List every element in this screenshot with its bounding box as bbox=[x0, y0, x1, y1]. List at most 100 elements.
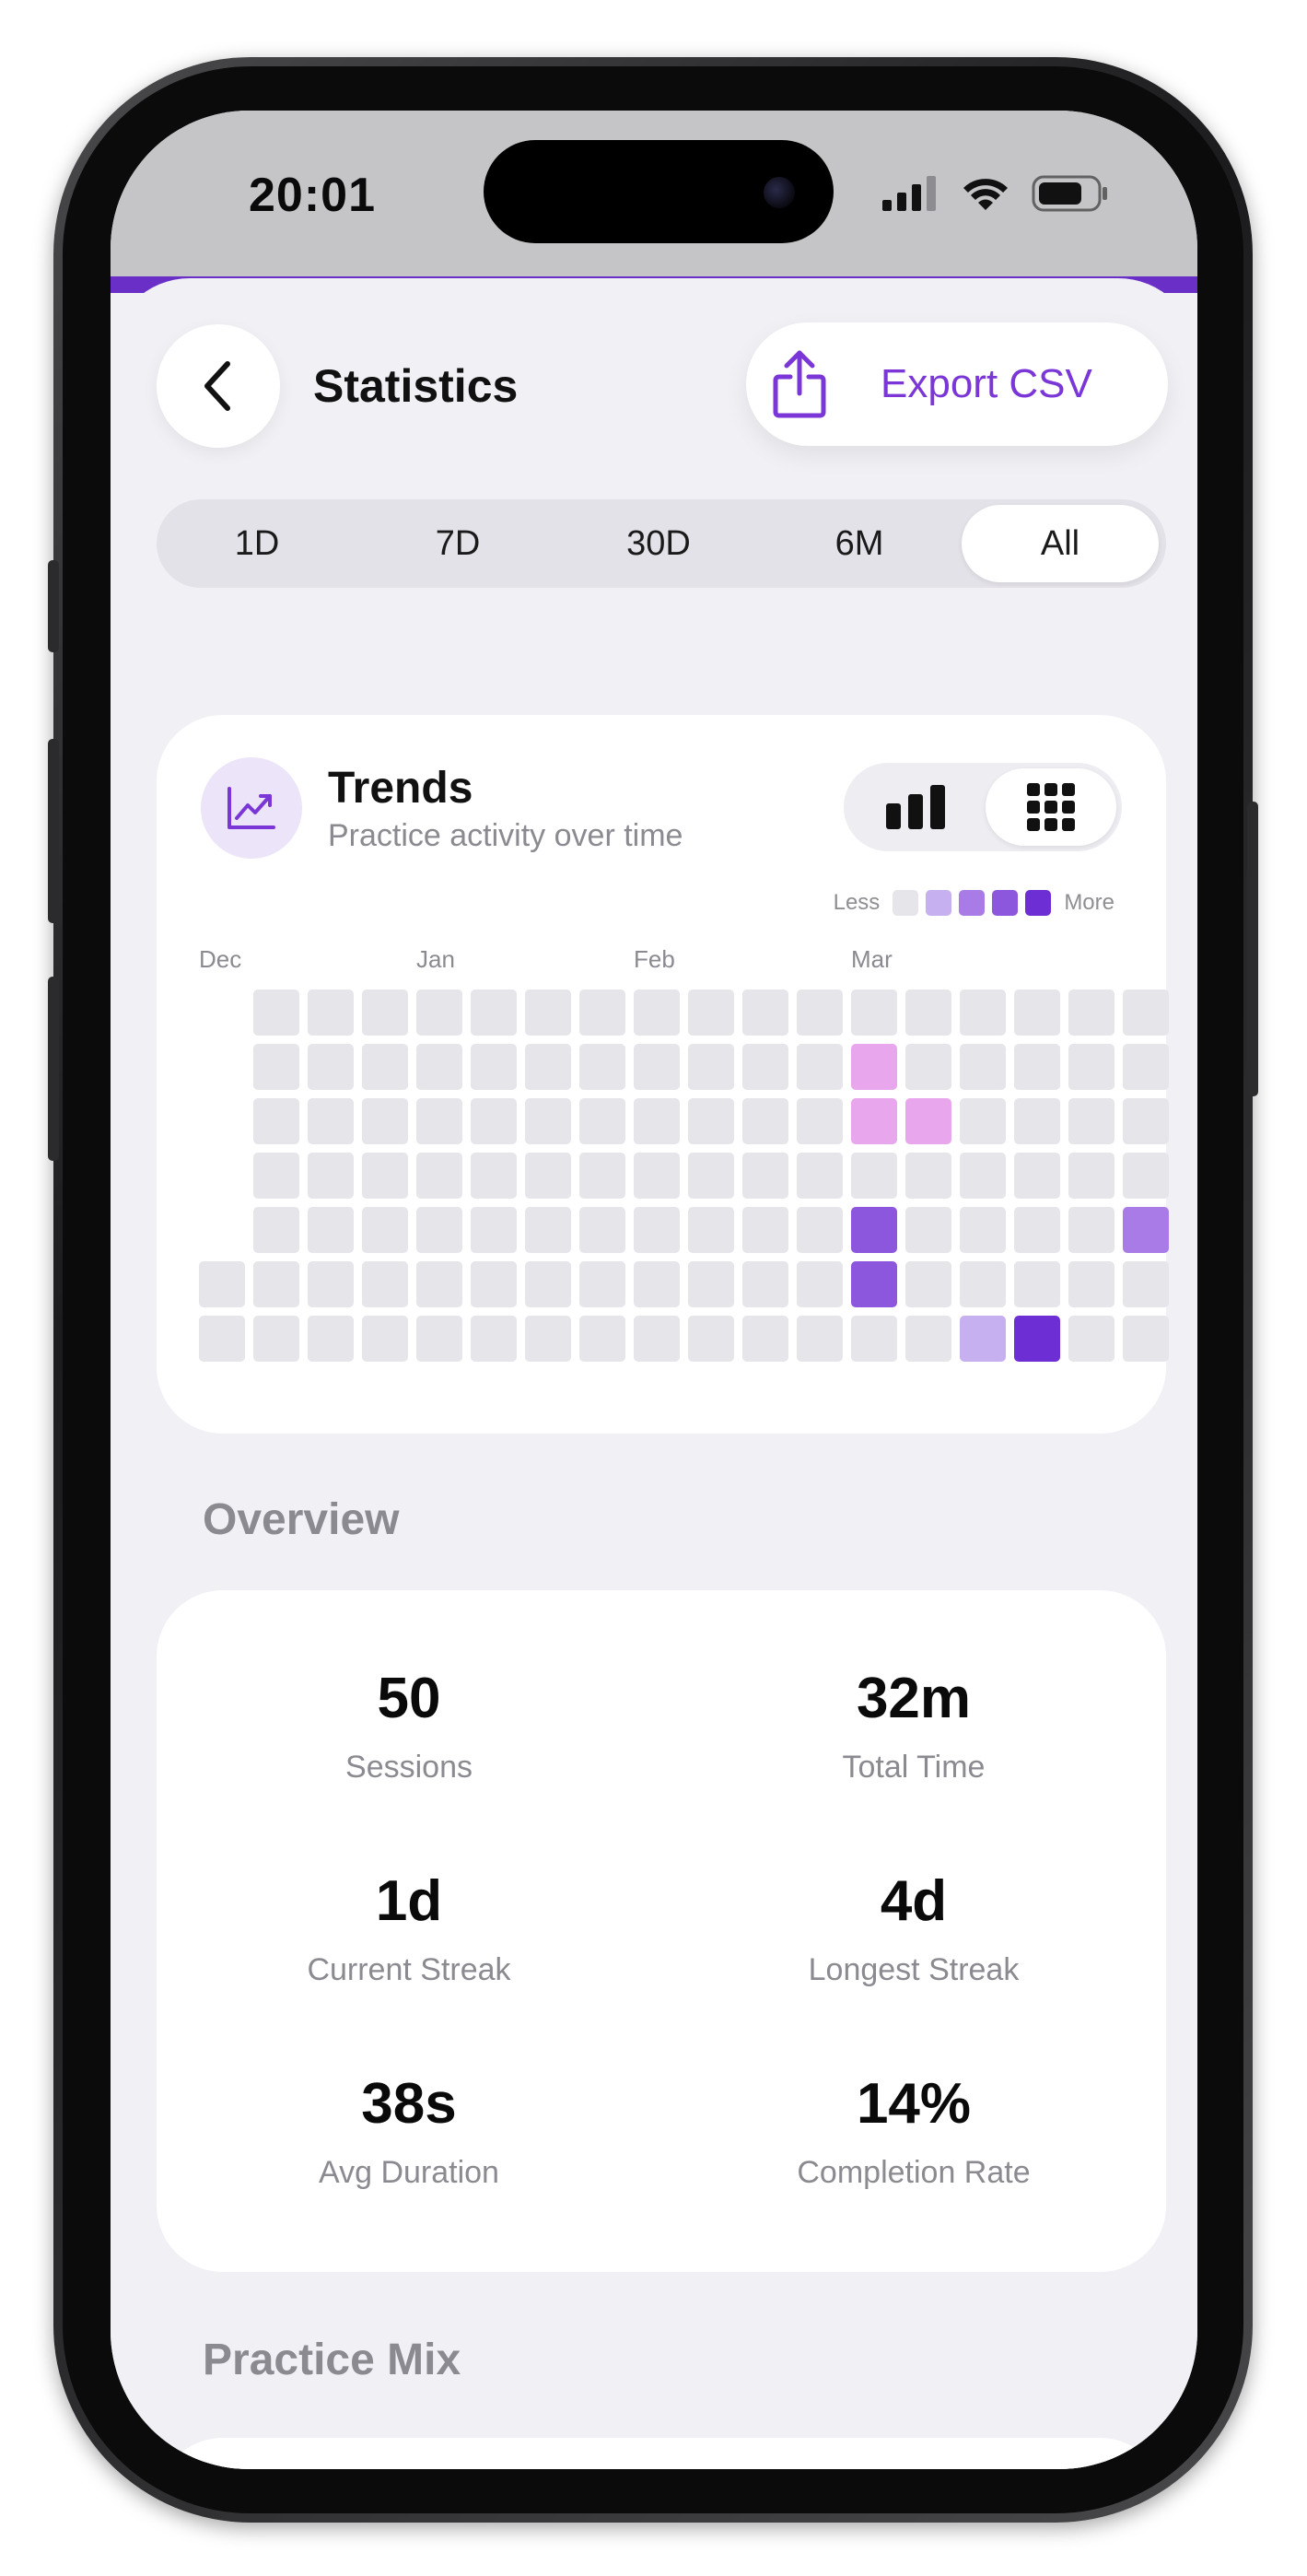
heatmap-cell bbox=[579, 1153, 625, 1199]
range-30d[interactable]: 30D bbox=[564, 505, 753, 582]
range-6m[interactable]: 6M bbox=[764, 505, 954, 582]
status-time: 20:01 bbox=[249, 169, 376, 222]
heatmap-cell bbox=[688, 1044, 734, 1090]
practice-mix-heading: Practice Mix bbox=[203, 2336, 461, 2384]
heatmap-cell bbox=[416, 1316, 462, 1362]
heatmap-cell bbox=[905, 1207, 951, 1253]
screen: 20:01 Statistics Export CSV 1D 7D 30D 6M… bbox=[111, 111, 1197, 2469]
heatmap-cell bbox=[1068, 1261, 1114, 1307]
heatmap-cell bbox=[471, 1261, 517, 1307]
overview-heading: Overview bbox=[203, 1495, 400, 1544]
heatmap-cell bbox=[905, 1316, 951, 1362]
heatmap-cell bbox=[634, 1207, 680, 1253]
stat-label: Longest Streak bbox=[808, 1952, 1020, 1987]
heatmap-cell bbox=[1123, 1261, 1169, 1307]
heatmap-cell bbox=[851, 989, 897, 1036]
status-bar: 20:01 bbox=[111, 111, 1197, 276]
heatmap-cell bbox=[362, 989, 408, 1036]
heatmap-cell bbox=[797, 1207, 843, 1253]
grid-view-button[interactable] bbox=[986, 768, 1116, 846]
month-label-jan: Jan bbox=[416, 945, 455, 973]
heatmap-cell bbox=[1068, 1316, 1114, 1362]
heatmap-cell bbox=[688, 1207, 734, 1253]
heatmap-cell bbox=[416, 989, 462, 1036]
heatmap-cell bbox=[471, 1044, 517, 1090]
range-1d[interactable]: 1D bbox=[162, 505, 352, 582]
heatmap-cell bbox=[1068, 1207, 1114, 1253]
heatmap-cell bbox=[688, 1153, 734, 1199]
heatmap-cell bbox=[1123, 1044, 1169, 1090]
heatmap-cell bbox=[960, 1316, 1006, 1362]
month-label-mar: Mar bbox=[851, 945, 893, 973]
stat-label: Sessions bbox=[345, 1750, 473, 1785]
heatmap-cell bbox=[851, 1207, 897, 1253]
export-csv-label: Export CSV bbox=[881, 361, 1092, 406]
stat-label: Current Streak bbox=[307, 1952, 511, 1987]
heatmap-cell bbox=[308, 1044, 354, 1090]
wifi-icon bbox=[963, 179, 1008, 210]
heatmap-cell bbox=[579, 1261, 625, 1307]
range-all[interactable]: All bbox=[962, 505, 1159, 582]
bar-chart-icon bbox=[886, 785, 945, 829]
stat-completion-rate: 14% Completion Rate bbox=[661, 2071, 1166, 2191]
heatmap-cell bbox=[525, 1044, 571, 1090]
heatmap-cell bbox=[308, 1261, 354, 1307]
range-7d[interactable]: 7D bbox=[363, 505, 553, 582]
heatmap-cell bbox=[742, 1261, 788, 1307]
heatmap-cell bbox=[253, 1098, 299, 1144]
heatmap-cell bbox=[253, 1207, 299, 1253]
legend-level-3 bbox=[992, 890, 1019, 916]
grid-icon bbox=[1027, 783, 1075, 831]
heatmap-cell bbox=[905, 1044, 951, 1090]
heatmap-cell bbox=[471, 1153, 517, 1199]
stat-value: 14% bbox=[856, 2072, 972, 2136]
heatmap-cell bbox=[1014, 1044, 1060, 1090]
heatmap-cell bbox=[525, 1261, 571, 1307]
legend-level-0 bbox=[893, 890, 919, 916]
heatmap-cell bbox=[471, 1098, 517, 1144]
heatmap-cell bbox=[688, 989, 734, 1036]
stat-value: 38s bbox=[361, 2072, 457, 2136]
legend-level-1 bbox=[926, 890, 952, 916]
overview-card: 50 Sessions 32m Total Time 1d Current St… bbox=[157, 1590, 1166, 2272]
heatmap-cell bbox=[525, 1207, 571, 1253]
stat-sessions: 50 Sessions bbox=[157, 1666, 661, 1786]
stat-value: 1d bbox=[375, 1869, 443, 1933]
heatmap-cell bbox=[471, 989, 517, 1036]
heatmap-cell bbox=[851, 1153, 897, 1199]
heatmap-cell bbox=[688, 1316, 734, 1362]
heatmap-cell bbox=[1014, 1261, 1060, 1307]
chart-view-toggle bbox=[844, 763, 1122, 851]
export-csv-button[interactable]: Export CSV bbox=[746, 322, 1168, 446]
heatmap-cell bbox=[1014, 1316, 1060, 1362]
heatmap-cell bbox=[525, 1316, 571, 1362]
legend-level-2 bbox=[959, 890, 986, 916]
back-button[interactable] bbox=[157, 324, 280, 448]
heatmap-cell bbox=[634, 989, 680, 1036]
heatmap-cell bbox=[362, 1316, 408, 1362]
heatmap-cell bbox=[471, 1207, 517, 1253]
heatmap-cell bbox=[1014, 1098, 1060, 1144]
heatmap-cell bbox=[416, 1261, 462, 1307]
heatmap-cell bbox=[960, 1044, 1006, 1090]
heatmap-cell bbox=[525, 1153, 571, 1199]
heatmap-cell bbox=[308, 1316, 354, 1362]
trends-title: Trends bbox=[328, 764, 473, 813]
heatmap-cell bbox=[742, 1316, 788, 1362]
heatmap-cell bbox=[797, 1316, 843, 1362]
heatmap-cell bbox=[1068, 1153, 1114, 1199]
dynamic-island bbox=[484, 140, 834, 243]
page-title: Statistics bbox=[313, 360, 519, 412]
heatmap-cell bbox=[525, 1098, 571, 1144]
heatmap-cell bbox=[1123, 1207, 1169, 1253]
heatmap-cell bbox=[1068, 1044, 1114, 1090]
month-label-dec: Dec bbox=[199, 945, 242, 973]
time-range-selector: 1D 7D 30D 6M All bbox=[157, 499, 1166, 588]
bar-view-button[interactable] bbox=[851, 768, 982, 846]
heatmap-cell bbox=[579, 1316, 625, 1362]
heatmap-cell bbox=[253, 1316, 299, 1362]
practice-mix-card bbox=[157, 2438, 1166, 2469]
heatmap-cell bbox=[579, 989, 625, 1036]
heatmap-cell bbox=[579, 1207, 625, 1253]
heatmap-cell bbox=[1123, 989, 1169, 1036]
